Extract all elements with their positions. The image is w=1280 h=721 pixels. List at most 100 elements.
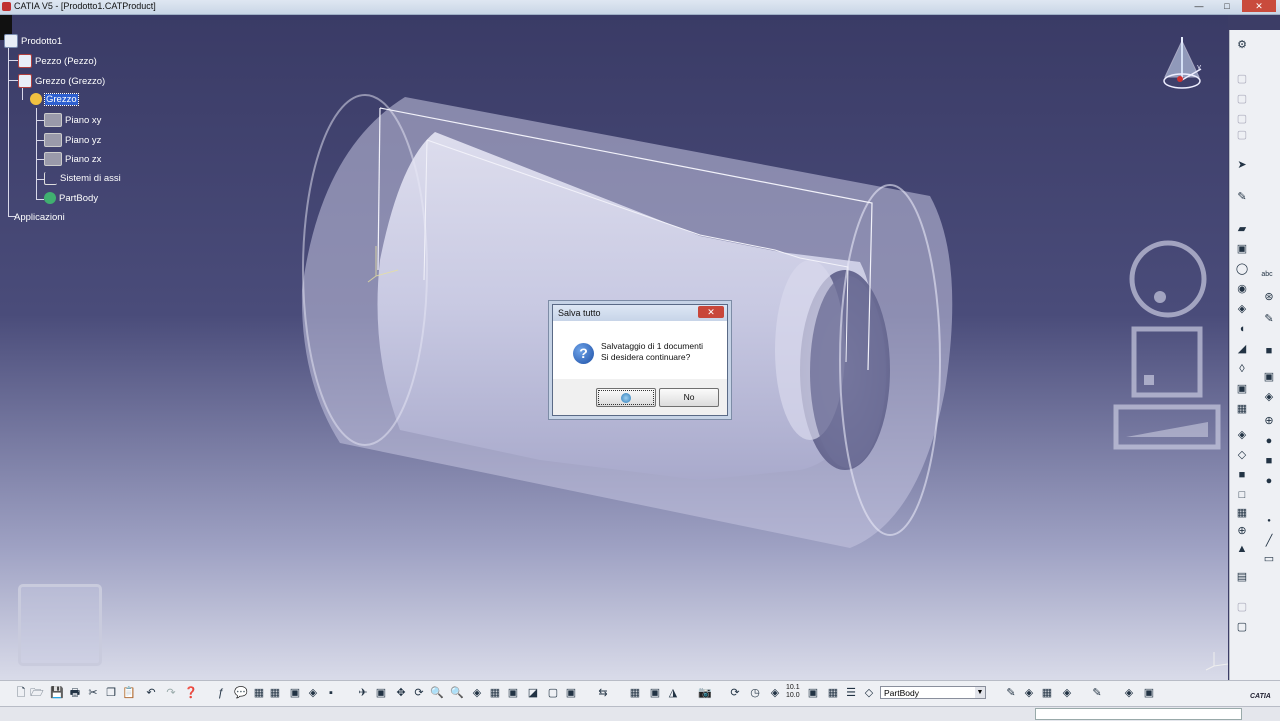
hole-icon[interactable]: ◉ [1235,282,1249,296]
tool-icon[interactable]: ▢ [1235,600,1249,614]
copy-icon[interactable]: ❐ [104,686,118,700]
compass-icon[interactable]: y [1157,35,1207,97]
tree-item-grezzo-part[interactable]: Grezzo [30,92,79,106]
select-arrow-icon[interactable]: ➤ [1235,158,1249,172]
print-icon[interactable]: 🖶 [68,686,82,700]
transform-icon[interactable]: □ [1235,488,1249,502]
tool-icon[interactable]: ◈ [1022,686,1036,700]
dialog-close-button[interactable]: ✕ [698,306,724,318]
body-select[interactable]: PartBody ▼ [880,686,986,699]
tool-icon[interactable]: ● [1262,514,1276,528]
measure-icon[interactable]: ⊕ [1235,524,1249,538]
text-tool-icon[interactable]: abc [1260,268,1274,282]
solid-icon[interactable]: ■ [1235,468,1249,482]
tree-item-grezzo-instance[interactable]: Grezzo (Grezzo) [18,74,105,88]
fit-all-icon[interactable]: ▣ [374,686,388,700]
tree-item-piano-yz[interactable]: Piano yz [44,133,101,147]
zoom-in-icon[interactable]: 🔍 [430,686,444,700]
cut-icon[interactable]: ✂ [86,686,100,700]
fillet-icon[interactable]: ◖ [1235,322,1249,336]
chamfer-icon[interactable]: ◢ [1235,342,1249,356]
tool-icon[interactable]: ▢ [1235,620,1249,634]
tool-icon[interactable]: ⊕ [1262,414,1276,428]
shell-icon[interactable]: ▣ [1235,382,1249,396]
sketch-icon[interactable]: ✎ [1235,190,1249,204]
tree-item-partbody[interactable]: PartBody [44,192,98,204]
help-icon[interactable]: ❓ [184,686,198,700]
tool-icon[interactable]: ■ [1262,454,1276,468]
swap-space-icon[interactable]: ▣ [564,686,578,700]
paste-icon[interactable]: 📋 [122,686,136,700]
tool-icon[interactable]: ◈ [768,686,782,700]
tool-icon[interactable]: ● [1262,434,1276,448]
tool-icon[interactable]: ▦ [1040,686,1054,700]
pocket-icon[interactable]: ▣ [1235,242,1249,256]
tree-item-piano-zx[interactable]: Piano zx [44,152,101,166]
tree-item-pezzo[interactable]: Pezzo (Pezzo) [18,54,97,68]
rotate-icon[interactable]: ⟳ [412,686,426,700]
iso-view-icon[interactable]: ▣ [506,686,520,700]
close-window-button[interactable]: ✕ [1242,0,1276,12]
rib-icon[interactable]: ◈ [1235,302,1249,316]
new-document-icon[interactable]: 🗋 [14,686,28,700]
list-icon[interactable]: ☰ [844,686,858,700]
yes-button[interactable] [596,388,656,407]
formula-icon[interactable]: ƒ [214,686,228,700]
tree-item-applicazioni[interactable]: Applicazioni [14,212,65,223]
undo-icon[interactable]: ↶ [144,686,158,700]
clock-icon[interactable]: ◷ [748,686,762,700]
tool-icon[interactable]: ■ [1262,344,1276,358]
tool-icon[interactable]: ▦ [628,686,642,700]
tool-icon[interactable]: ▢ [1235,128,1249,142]
tool-icon[interactable]: ▢ [1235,112,1249,126]
maximize-button[interactable]: □ [1214,0,1240,12]
tool-icon[interactable]: ⟳ [728,686,742,700]
hide-show-icon[interactable]: ▢ [546,686,560,700]
tool-icon[interactable]: ✎ [1004,686,1018,700]
save-icon[interactable]: 💾 [50,686,64,700]
tool-icon[interactable]: ▣ [1262,370,1276,384]
table-icon[interactable]: ▦ [268,686,282,700]
tool-icon[interactable]: ▣ [288,686,302,700]
tool-icon[interactable]: ✎ [1090,686,1104,700]
surface-icon[interactable]: ◇ [1235,448,1249,462]
pattern-icon[interactable]: ▦ [1235,402,1249,416]
command-input[interactable] [1035,708,1242,720]
tool-icon[interactable]: ◈ [1122,686,1136,700]
tree-item-axis-systems[interactable]: Sistemi di assi [44,172,121,185]
line-tool-icon[interactable]: ╱ [1262,534,1276,548]
tool-icon[interactable]: ▦ [252,686,266,700]
tool-icon[interactable]: ▢ [1235,72,1249,86]
redo-icon[interactable]: ↷ [164,686,178,700]
tool-icon[interactable]: ⊛ [1262,290,1276,304]
zoom-out-icon[interactable]: 🔍 [450,686,464,700]
fly-mode-icon[interactable]: ✈ [356,686,370,700]
tool-icon[interactable]: ▣ [648,686,662,700]
apply-material-icon[interactable]: ▲ [1235,542,1249,556]
camera-icon[interactable]: 📷 [698,686,712,700]
minimize-button[interactable]: — [1186,0,1212,12]
tree-item-piano-xy[interactable]: Piano xy [44,113,101,127]
pan-icon[interactable]: ✥ [394,686,408,700]
tool-icon[interactable]: ▣ [806,686,820,700]
normal-view-icon[interactable]: ◈ [470,686,484,700]
layer-icon[interactable]: ▤ [1235,570,1249,584]
tool-icon[interactable]: ▣ [1142,686,1156,700]
tool-icon[interactable]: ● [1262,474,1276,488]
tool-icon[interactable]: ✎ [1262,312,1276,326]
tool-icon[interactable]: ◈ [306,686,320,700]
mirror-icon[interactable]: ▦ [1235,506,1249,520]
open-folder-icon[interactable]: 🗁 [30,686,44,700]
tool-icon[interactable]: ▢ [1235,92,1249,106]
tool-icon[interactable]: ◈ [1262,390,1276,404]
settings-icon[interactable]: ⚙ [1235,38,1249,52]
tree-item-root[interactable]: Prodotto1 [4,34,62,48]
tool-icon[interactable]: ▦ [826,686,840,700]
tool-icon[interactable]: ▪ [324,686,338,700]
pad-icon[interactable]: ▰ [1235,222,1249,236]
draft-icon[interactable]: ◊ [1235,362,1249,376]
plane-tool-icon[interactable]: ▭ [1262,552,1276,566]
tool-icon[interactable]: ◇ [862,686,876,700]
shaft-icon[interactable]: ◯ [1235,262,1249,276]
boolean-icon[interactable]: ◈ [1235,428,1249,442]
